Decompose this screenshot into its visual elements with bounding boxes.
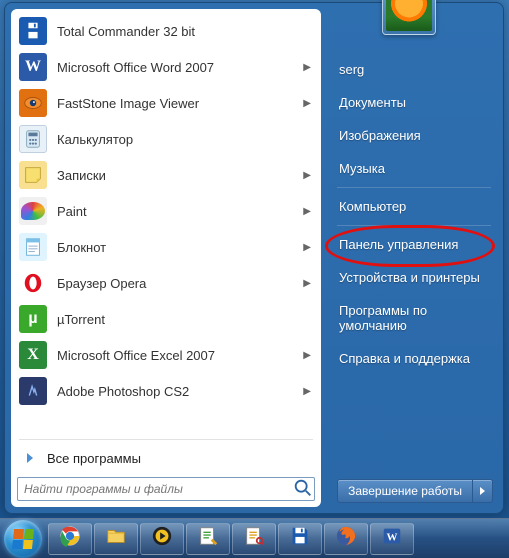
- right-panel-item[interactable]: serg: [333, 53, 495, 86]
- program-label: Калькулятор: [57, 132, 313, 147]
- start-menu-right-panel: sergДокументыИзображенияМузыка Компьютер П…: [321, 9, 497, 507]
- player-icon: [151, 525, 173, 552]
- right-panel-item[interactable]: Изображения: [333, 119, 495, 152]
- program-item[interactable]: Paint▶: [13, 193, 319, 229]
- search-icon[interactable]: [292, 477, 314, 502]
- user-avatar[interactable]: [382, 0, 436, 35]
- submenu-arrow-icon: ▶: [303, 170, 311, 181]
- right-panel-list: sergДокументыИзображенияМузыка Компьютер П…: [333, 53, 495, 476]
- submenu-arrow-icon: ▶: [303, 206, 311, 217]
- taskbar-app-save2[interactable]: [278, 523, 322, 555]
- photoshop-icon: [19, 377, 47, 405]
- program-item[interactable]: Total Commander 32 bit: [13, 13, 319, 49]
- program-label: Paint: [57, 204, 303, 219]
- submenu-arrow-icon: ▶: [303, 242, 311, 253]
- separator: [337, 225, 491, 226]
- taskbar: W: [0, 518, 509, 558]
- program-item[interactable]: µ µTorrent: [13, 301, 319, 337]
- program-label: Total Commander 32 bit: [57, 24, 313, 39]
- program-label: Браузер Opera: [57, 276, 303, 291]
- opera-icon: [19, 269, 47, 297]
- program-item[interactable]: W Microsoft Office Word 2007▶: [13, 49, 319, 85]
- utorrent-icon: µ: [19, 305, 47, 333]
- divider: [19, 439, 313, 440]
- program-label: FastStone Image Viewer: [57, 96, 303, 111]
- right-panel-item[interactable]: Справка и поддержка: [333, 342, 495, 375]
- start-menu: Total Commander 32 bit W Microsoft Office …: [4, 2, 504, 514]
- notepad-icon: [19, 233, 47, 261]
- program-item[interactable]: Записки▶: [13, 157, 319, 193]
- arrow-right-icon: [27, 453, 33, 463]
- submenu-arrow-icon: ▶: [303, 350, 311, 361]
- submenu-arrow-icon: ▶: [303, 278, 311, 289]
- program-item[interactable]: Adobe Photoshop CS2▶: [13, 373, 319, 409]
- eye-icon: [19, 89, 47, 117]
- shutdown-row: Завершение работы: [333, 476, 495, 505]
- chrome-icon: [59, 525, 81, 552]
- program-item[interactable]: Браузер Opera▶: [13, 265, 319, 301]
- flower-avatar-icon: [386, 0, 432, 31]
- taskbar-app-word2[interactable]: W: [370, 523, 414, 555]
- shutdown-button[interactable]: Завершение работы: [337, 479, 493, 503]
- right-panel-item[interactable]: Документы: [333, 86, 495, 119]
- right-panel-item[interactable]: Компьютер: [333, 190, 495, 223]
- program-label: Microsoft Office Excel 2007: [57, 348, 303, 363]
- start-button[interactable]: [4, 520, 42, 558]
- right-panel-item[interactable]: Программы по умолчанию: [333, 294, 495, 342]
- windows-logo-icon: [12, 529, 34, 549]
- program-item[interactable]: Калькулятор: [13, 121, 319, 157]
- right-panel-item[interactable]: Панель управления: [333, 228, 495, 261]
- image-viewer-icon: [243, 525, 265, 552]
- program-label: Adobe Photoshop CS2: [57, 384, 303, 399]
- submenu-arrow-icon: ▶: [303, 62, 311, 73]
- word2-icon: W: [381, 525, 403, 552]
- save2-icon: [289, 525, 311, 552]
- right-panel-item[interactable]: Устройства и принтеры: [333, 261, 495, 294]
- program-label: Microsoft Office Word 2007: [57, 60, 303, 75]
- excel-icon: X: [19, 341, 47, 369]
- start-menu-left-panel: Total Commander 32 bit W Microsoft Office …: [11, 9, 321, 507]
- taskbar-app-notepad2[interactable]: [186, 523, 230, 555]
- all-programs-button[interactable]: Все программы: [13, 443, 319, 473]
- word-icon: W: [19, 53, 47, 81]
- notepad2-icon: [197, 525, 219, 552]
- search-box[interactable]: [17, 477, 315, 501]
- search-row: [13, 473, 319, 503]
- taskbar-app-player[interactable]: [140, 523, 184, 555]
- shutdown-label[interactable]: Завершение работы: [338, 480, 472, 502]
- program-item[interactable]: Блокнот▶: [13, 229, 319, 265]
- program-item[interactable]: FastStone Image Viewer▶: [13, 85, 319, 121]
- program-label: Блокнот: [57, 240, 303, 255]
- program-item[interactable]: X Microsoft Office Excel 2007▶: [13, 337, 319, 373]
- taskbar-app-explorer[interactable]: [94, 523, 138, 555]
- taskbar-pinned-apps: W: [48, 523, 414, 555]
- save-icon: [19, 17, 47, 45]
- all-programs-label: Все программы: [47, 451, 141, 466]
- svg-text:W: W: [387, 532, 398, 544]
- taskbar-app-chrome[interactable]: [48, 523, 92, 555]
- submenu-arrow-icon: ▶: [303, 386, 311, 397]
- separator: [337, 187, 491, 188]
- sticky-notes-icon: [19, 161, 47, 189]
- program-label: µTorrent: [57, 312, 313, 327]
- taskbar-app-firefox[interactable]: [324, 523, 368, 555]
- program-label: Записки: [57, 168, 303, 183]
- shutdown-options-button[interactable]: [472, 480, 492, 502]
- submenu-arrow-icon: ▶: [303, 98, 311, 109]
- firefox-icon: [335, 525, 357, 552]
- arrow-right-icon: [480, 487, 485, 495]
- program-list: Total Commander 32 bit W Microsoft Office …: [13, 13, 319, 436]
- calculator-icon: [19, 125, 47, 153]
- search-input[interactable]: [18, 482, 292, 496]
- explorer-icon: [105, 525, 127, 552]
- taskbar-app-image-viewer[interactable]: [232, 523, 276, 555]
- paint-icon: [19, 197, 47, 225]
- right-panel-item[interactable]: Музыка: [333, 152, 495, 185]
